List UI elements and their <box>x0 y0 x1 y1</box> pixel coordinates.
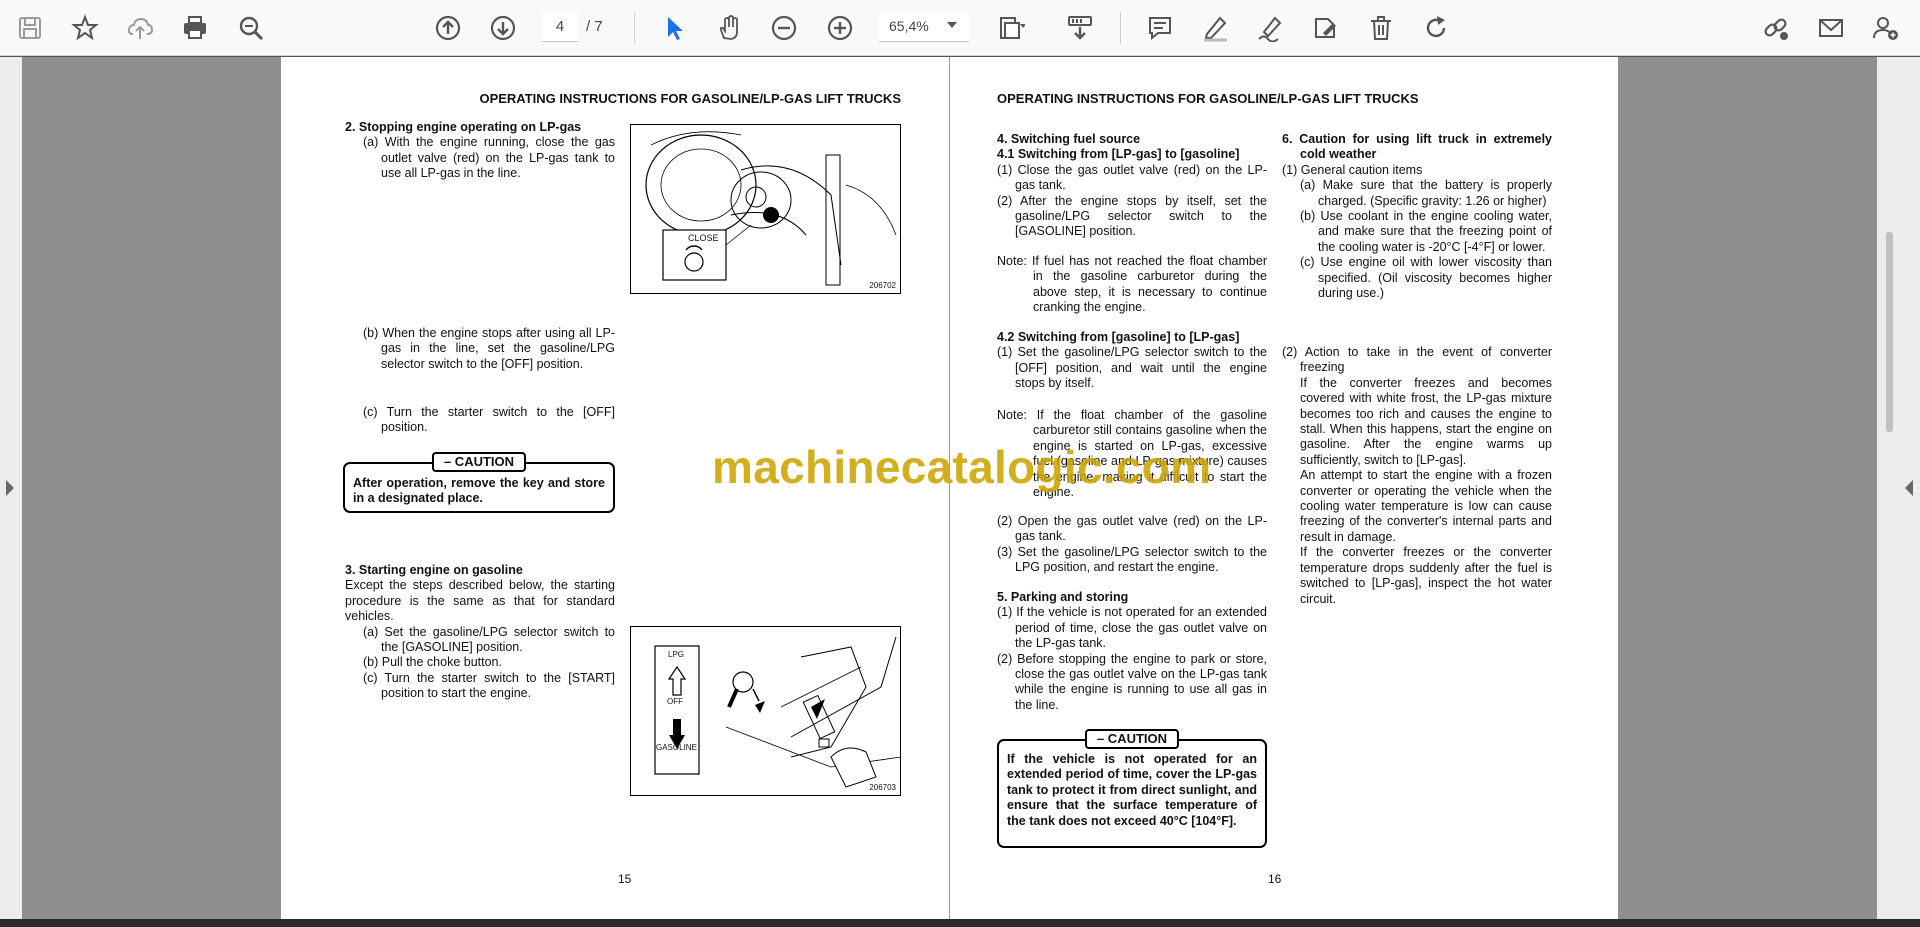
step-text: (c) Use engine oil with lower viscosity … <box>1300 255 1552 301</box>
step-text: (1) General caution items <box>1282 162 1423 177</box>
note-1: Note: If fuel has not reached the float … <box>997 254 1267 315</box>
section-4-2: 4.2 Switching from [gasoline] to [LP-gas… <box>997 330 1267 392</box>
zoom-in-icon[interactable] <box>824 12 856 44</box>
bottom-bar <box>0 919 1920 927</box>
section-intro: Except the steps described below, the st… <box>345 578 615 624</box>
paragraph: An attempt to start the engine with a fr… <box>1300 468 1552 544</box>
page-fit-icon[interactable] <box>995 12 1027 44</box>
section-5: 5. Parking and storing (1) If the vehicl… <box>997 590 1267 713</box>
zoom-search-icon[interactable] <box>235 12 267 44</box>
step-c: (c) Turn the starter switch to the [OFF]… <box>345 405 615 436</box>
page-number-input[interactable] <box>542 12 578 42</box>
figure-label-lpg: LPG <box>668 650 685 659</box>
page-header: OPERATING INSTRUCTIONS FOR GASOLINE/LP-G… <box>997 91 1419 106</box>
cloud-upload-icon[interactable] <box>124 12 156 44</box>
section-6: 6. Caution for using lift truck in extre… <box>1282 132 1552 301</box>
section-3: 3. Starting engine on gasoline Except th… <box>345 563 615 702</box>
step-text: (c) Turn the starter switch to the [STAR… <box>363 670 615 701</box>
highlight-pen-icon[interactable] <box>1199 12 1231 44</box>
caution-label: – CAUTION <box>431 452 527 472</box>
toolbar-separator <box>1120 12 1121 44</box>
step-text: (a) Set the gasoline/LPG selector switch… <box>363 624 615 655</box>
share-link-icon[interactable] <box>1760 12 1792 44</box>
step-text: (2) After the engine stops by itself, se… <box>997 193 1267 239</box>
page-total: / 7 <box>586 18 603 35</box>
toolbar: / 7 65,4% <box>0 0 1920 56</box>
section-4-2-steps: (2) Open the gas outlet valve (red) on t… <box>997 514 1267 576</box>
arrow-down-circle-icon[interactable] <box>487 12 519 44</box>
step-text: (1) If the vehicle is not operated for a… <box>997 605 1267 651</box>
subsection-title: 4.1 Switching from [LP-gas] to [gasoline… <box>997 147 1240 162</box>
step-text: (a) With the engine running, close the g… <box>363 135 615 181</box>
toolbar-separator <box>634 12 635 44</box>
right-panel-gutter[interactable] <box>1877 57 1920 919</box>
zoom-value: 65,4% <box>889 18 929 34</box>
figure-selector-switch: LPG OFF GASOLINE 206703 <box>630 626 901 796</box>
zoom-out-icon[interactable] <box>768 12 800 44</box>
expand-right-panel-icon[interactable] <box>1905 480 1913 496</box>
caution-label: – CAUTION <box>1084 729 1180 749</box>
step-b: (b) When the engine stops after using al… <box>345 326 615 372</box>
step-text: (c) Turn the starter switch to the [OFF]… <box>363 405 615 435</box>
arrow-up-circle-icon[interactable] <box>432 12 464 44</box>
paragraph: If the converter freezes or the converte… <box>1300 545 1552 606</box>
step-text: (b) Use coolant in the engine cooling wa… <box>1300 209 1552 254</box>
mail-icon[interactable] <box>1815 12 1847 44</box>
section-title: 6. Caution for using lift truck in extre… <box>1282 132 1552 162</box>
section-title: 5. Parking and storing <box>997 590 1129 604</box>
step-text: (2) Open the gas outlet valve (red) on t… <box>997 514 1267 544</box>
cursor-arrow-icon[interactable] <box>658 12 690 44</box>
figure-label-off: OFF <box>667 697 683 706</box>
vertical-scrollbar[interactable] <box>1886 57 1894 919</box>
section-6-2: (2) Action to take in the event of conve… <box>1282 345 1552 607</box>
section-title: 3. Starting engine on gasoline <box>345 563 523 577</box>
comment-icon[interactable] <box>1144 12 1176 44</box>
figure-label: CLOSE <box>688 233 719 243</box>
figure-label-gasoline: GASOLINE <box>656 743 697 752</box>
rotate-icon[interactable] <box>1420 12 1452 44</box>
page-number: 15 <box>618 872 632 886</box>
section-2: 2. Stopping engine operating on LP-gas (… <box>345 120 615 182</box>
trash-icon[interactable] <box>1365 12 1397 44</box>
hand-icon[interactable] <box>713 12 745 44</box>
step-text: (1) Close the gas outlet valve (red) on … <box>997 162 1267 193</box>
figure-number: 206702 <box>869 281 896 290</box>
figure-number: 206703 <box>869 783 896 792</box>
section-title: 4. Switching fuel source <box>997 132 1141 146</box>
step-text: (1) Set the gasoline/LPG selector switch… <box>997 345 1267 391</box>
scroll-mode-icon[interactable] <box>1064 12 1096 44</box>
add-user-icon[interactable] <box>1870 12 1902 44</box>
caution-text: If the vehicle is not operated for an ex… <box>1007 752 1257 828</box>
paragraph: If the converter freezes and becomes cov… <box>1300 375 1552 467</box>
print-icon[interactable] <box>179 12 211 44</box>
step-text: (a) Make sure that the battery is proper… <box>1300 178 1552 208</box>
stamp-icon[interactable] <box>1309 12 1341 44</box>
save-icon[interactable] <box>14 12 46 44</box>
step-text: (3) Set the gasoline/LPG selector switch… <box>997 544 1267 575</box>
step-text: (2) Action to take in the event of conve… <box>1282 345 1552 375</box>
step-text: (b) Pull the choke button. <box>363 655 502 670</box>
watermark: machinecatalogic.com <box>712 441 1212 493</box>
page-number: 16 <box>1268 872 1282 886</box>
caution-box: – CAUTION After operation, remove the ke… <box>343 452 615 513</box>
chevron-down-icon[interactable] <box>947 22 957 28</box>
expand-left-panel-icon[interactable] <box>6 480 14 496</box>
scrollbar-thumb[interactable] <box>1886 232 1893 432</box>
section-title: 2. Stopping engine operating on LP-gas <box>345 120 582 134</box>
step-text: (b) When the engine stops after using al… <box>363 326 615 371</box>
caution-text: After operation, remove the key and stor… <box>353 476 605 506</box>
step-text: (2) Before stopping the engine to park o… <box>997 651 1267 712</box>
sign-icon[interactable] <box>1254 12 1286 44</box>
page-header: OPERATING INSTRUCTIONS FOR GASOLINE/LP-G… <box>479 91 901 106</box>
figure-lpg-tank-valve: CLOSE 206702 <box>630 124 901 294</box>
section-4: 4. Switching fuel source 4.1 Switching f… <box>997 132 1267 240</box>
caution-box: – CAUTION If the vehicle is not operated… <box>997 729 1267 848</box>
subsection-title: 4.2 Switching from [gasoline] to [LP-gas… <box>997 330 1240 344</box>
star-icon[interactable] <box>69 12 101 44</box>
